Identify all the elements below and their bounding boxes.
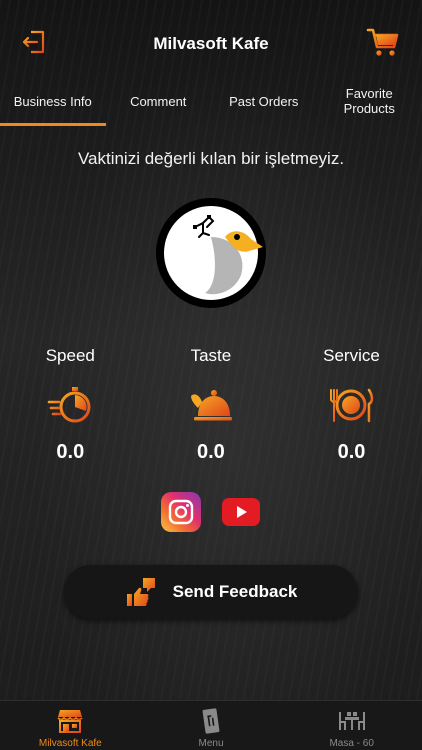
tab-comment[interactable]: Comment [106,76,212,126]
nav-item-table[interactable]: Masa - 60 [281,701,422,750]
stat-taste: Taste 0.0 [141,346,282,464]
stat-speed: Speed 0.0 [0,346,141,464]
nav-label: Milvasoft Kafe [38,738,102,749]
nav-item-menu[interactable]: Menu [141,701,282,750]
tab-label: Favorite Products [343,86,395,116]
business-slogan: Vaktinizi değerli kılan bir işletmeyiz. [77,149,345,168]
tab-favorite-products[interactable]: Favorite Products [317,76,422,126]
stat-value: 0.0 [337,441,366,463]
send-feedback-label: Send Feedback [172,582,298,601]
social-links [0,492,422,532]
nav-label: Masa - 60 [329,738,374,749]
tab-business-info[interactable]: Business Info [0,76,106,126]
bottom-nav: Milvasoft Kafe Menu Masa - 60 [0,700,422,750]
stat-label: Service [323,346,380,365]
table-icon [338,712,365,730]
store-icon [57,710,83,733]
stat-value: 0.0 [56,441,85,463]
plate-cutlery-icon [330,388,374,423]
tab-bar: Business Info Comment Past Orders Favori… [0,76,422,126]
app-title: Milvasoft Kafe [153,34,269,53]
tab-label: Past Orders [229,93,299,109]
nav-item-home[interactable]: Milvasoft Kafe [0,701,141,750]
header: Milvasoft Kafe [0,0,422,80]
stat-label: Taste [190,346,232,365]
thumbs-feedback-icon [126,578,155,606]
tab-label: Comment [130,93,187,109]
tab-label: Business Info [13,93,92,109]
rating-stats: Speed 0.0 Taste 0.0 Service 0.0 [0,346,422,464]
instagram-icon[interactable] [161,492,201,532]
youtube-glyph-icon [222,498,260,526]
youtube-icon[interactable] [221,492,261,532]
stat-value: 0.0 [196,441,225,463]
food-cloche-icon [190,390,232,421]
tab-past-orders[interactable]: Past Orders [211,76,317,126]
menu-icon [202,708,220,734]
instagram-glyph-icon [168,499,194,525]
stat-service: Service 0.0 [281,346,422,464]
send-feedback-button[interactable]: Send Feedback [64,565,358,619]
business-logo [156,198,266,308]
cart-icon[interactable] [366,26,400,58]
stopwatch-icon [47,387,91,423]
stat-label: Speed [45,346,95,365]
nav-label: Menu [198,738,224,749]
